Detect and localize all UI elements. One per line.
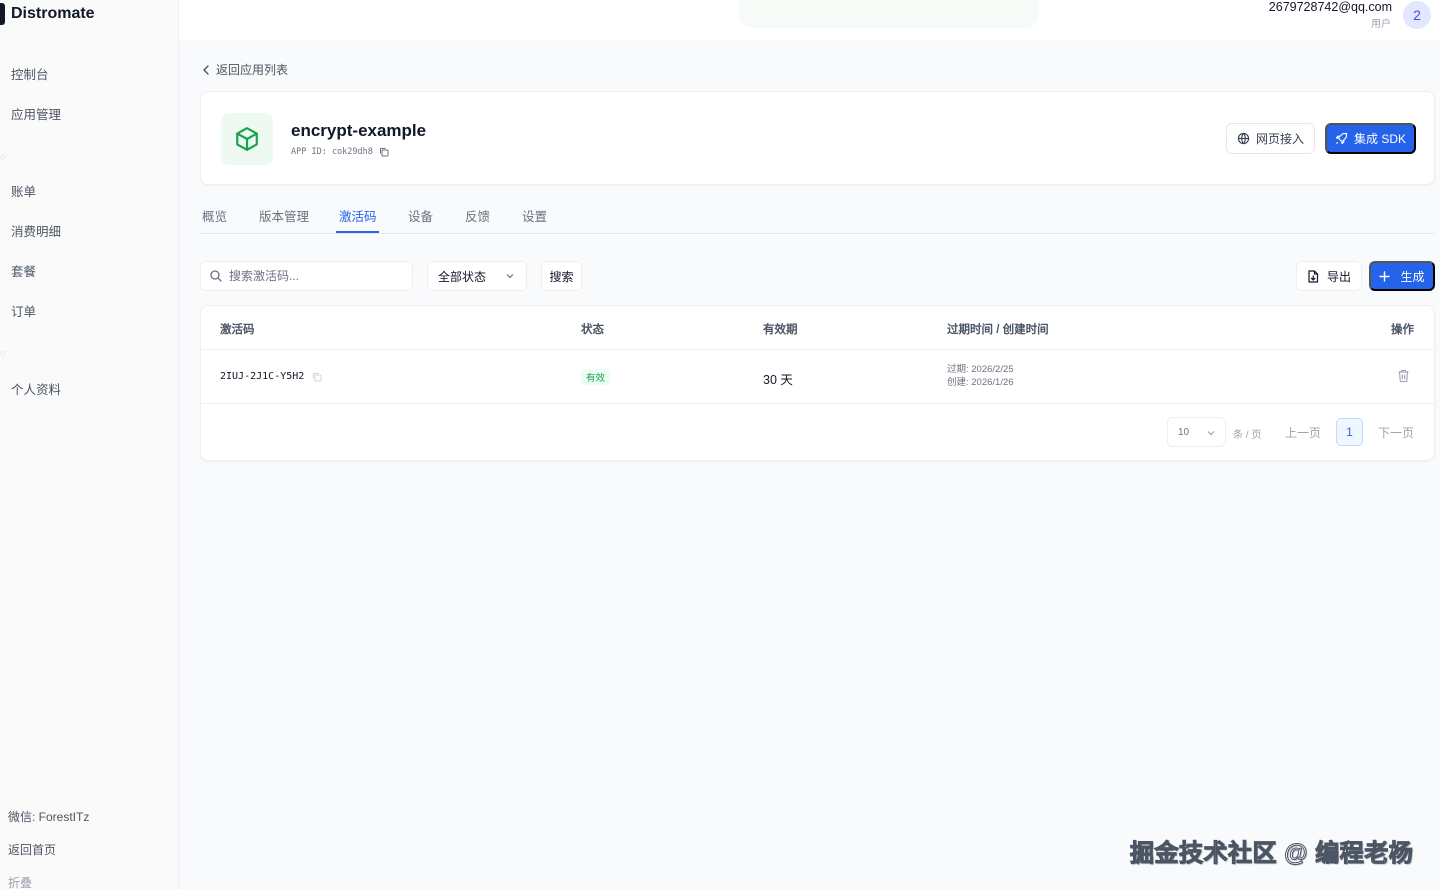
tab-activation-codes[interactable]: 激活码 — [339, 206, 377, 225]
validity-cell: 30 天 — [763, 373, 793, 387]
search-button[interactable]: 搜索 — [541, 261, 582, 291]
search-box — [200, 261, 413, 291]
brand-name: Distromate — [11, 5, 95, 22]
integrate-sdk-label: 集成 SDK — [1353, 132, 1406, 146]
search-input[interactable] — [229, 269, 399, 283]
user-email: 2679728742@qq.com — [1268, 0, 1392, 14]
web-integration-label: 网页接入 — [1255, 132, 1304, 146]
sidebar-section-fragment: ◌ — [0, 152, 6, 162]
sidebar-item-orders[interactable]: 订单 — [11, 301, 36, 320]
plus-icon — [1379, 270, 1391, 282]
next-page-button[interactable]: 下一页 — [1378, 424, 1414, 441]
prev-page-button[interactable]: 上一页 — [1285, 424, 1321, 441]
column-header-actions: 操作 — [1391, 324, 1414, 336]
back-home-link[interactable]: 返回首页 — [8, 841, 56, 858]
page-number-button[interactable]: 1 — [1336, 418, 1363, 446]
export-button[interactable]: 导出 — [1296, 261, 1362, 291]
export-label: 导出 — [1326, 269, 1351, 284]
page-size-value: 10 — [1178, 426, 1190, 438]
table-header-divider — [201, 349, 1434, 350]
search-icon — [210, 270, 222, 282]
tab-versions[interactable]: 版本管理 — [259, 206, 309, 225]
tab-devices[interactable]: 设备 — [408, 206, 433, 225]
integrate-sdk-button[interactable]: 集成 SDK — [1325, 123, 1416, 154]
expires-date: 过期: 2026/2/25 — [947, 364, 1014, 375]
column-header-code: 激活码 — [220, 324, 255, 336]
brand-logo-icon — [0, 3, 5, 25]
active-tab-indicator — [336, 231, 379, 233]
avatar[interactable]: 2 — [1403, 1, 1431, 29]
app-id: APP ID: cok29dh8 — [291, 147, 389, 157]
collapse-sidebar-button[interactable]: 折叠 — [8, 874, 32, 889]
column-header-validity: 有效期 — [763, 324, 798, 336]
activation-code-cell: 2IUJ-2J1C-Y5H2 — [220, 371, 322, 382]
file-export-icon — [1308, 269, 1319, 283]
created-date: 创建: 2026/1/26 — [947, 377, 1014, 388]
globe-icon — [1237, 132, 1250, 145]
app-tabs: 概览 版本管理 激活码 设备 反馈 设置 — [200, 198, 1435, 234]
generate-button[interactable]: 生成 — [1369, 261, 1435, 291]
activation-codes-table: 激活码 状态 有效期 过期时间 / 创建时间 操作 2IUJ-2J1C-Y5H2… — [200, 305, 1435, 461]
status-badge: 有效 — [581, 369, 611, 385]
trash-icon[interactable] — [1397, 369, 1410, 383]
page-size-select[interactable]: 10 — [1167, 417, 1226, 447]
chevron-left-icon — [203, 64, 209, 75]
sidebar-item-profile[interactable]: 个人资料 — [11, 379, 61, 398]
copy-icon[interactable] — [312, 372, 322, 382]
topbar: 2679728742@qq.com 用户 2 — [179, 0, 1440, 40]
sidebar-section-fragment: ◌ — [0, 348, 6, 358]
table-row-divider — [201, 403, 1434, 404]
sidebar-item-app-management[interactable]: 应用管理 — [11, 104, 61, 123]
app-header-card: encrypt-example APP ID: cok29dh8 网页接入 集成… — [200, 91, 1435, 185]
rocket-icon — [1335, 132, 1348, 145]
column-header-dates: 过期时间 / 创建时间 — [947, 324, 1049, 336]
back-link-label: 返回应用列表 — [216, 63, 289, 77]
column-header-status: 状态 — [581, 324, 604, 336]
web-integration-button[interactable]: 网页接入 — [1226, 123, 1315, 154]
wechat-contact: 微信: ForestITz — [8, 810, 90, 824]
tab-settings[interactable]: 设置 — [522, 206, 547, 225]
brand[interactable]: Distromate — [0, 3, 95, 25]
copy-icon[interactable] — [379, 147, 389, 157]
status-filter-value: 全部状态 — [438, 269, 487, 284]
sidebar-item-consumption[interactable]: 消费明细 — [11, 221, 61, 240]
package-icon — [221, 113, 273, 165]
app-id-label: APP ID: cok29dh8 — [291, 147, 373, 157]
sidebar-item-plans[interactable]: 套餐 — [11, 261, 36, 280]
user-role: 用户 — [1371, 19, 1391, 30]
watermark: 掘金技术社区 @ 编程老杨 — [1129, 840, 1414, 868]
dates-cell: 过期: 2026/2/25 创建: 2026/1/26 — [947, 363, 1014, 389]
tab-overview[interactable]: 概览 — [202, 206, 227, 225]
chevron-down-icon — [506, 274, 514, 279]
sidebar: Distromate 控制台 应用管理 ◌ 账单 消费明细 套餐 订单 ◌ 个人… — [0, 0, 179, 889]
per-page-label: 条 / 页 — [1233, 430, 1262, 441]
back-to-app-list-link[interactable]: 返回应用列表 — [202, 61, 288, 78]
sidebar-item-bills[interactable]: 账单 — [11, 181, 36, 200]
status-filter-select[interactable]: 全部状态 — [427, 261, 527, 291]
generate-label: 生成 — [1400, 269, 1425, 284]
activation-code: 2IUJ-2J1C-Y5H2 — [220, 371, 305, 382]
app-name: encrypt-example — [291, 121, 427, 140]
tab-feedback[interactable]: 反馈 — [465, 206, 490, 225]
chevron-down-icon — [1207, 431, 1215, 436]
sidebar-item-dashboard[interactable]: 控制台 — [11, 64, 49, 83]
top-notice-ghost — [739, 0, 1039, 28]
